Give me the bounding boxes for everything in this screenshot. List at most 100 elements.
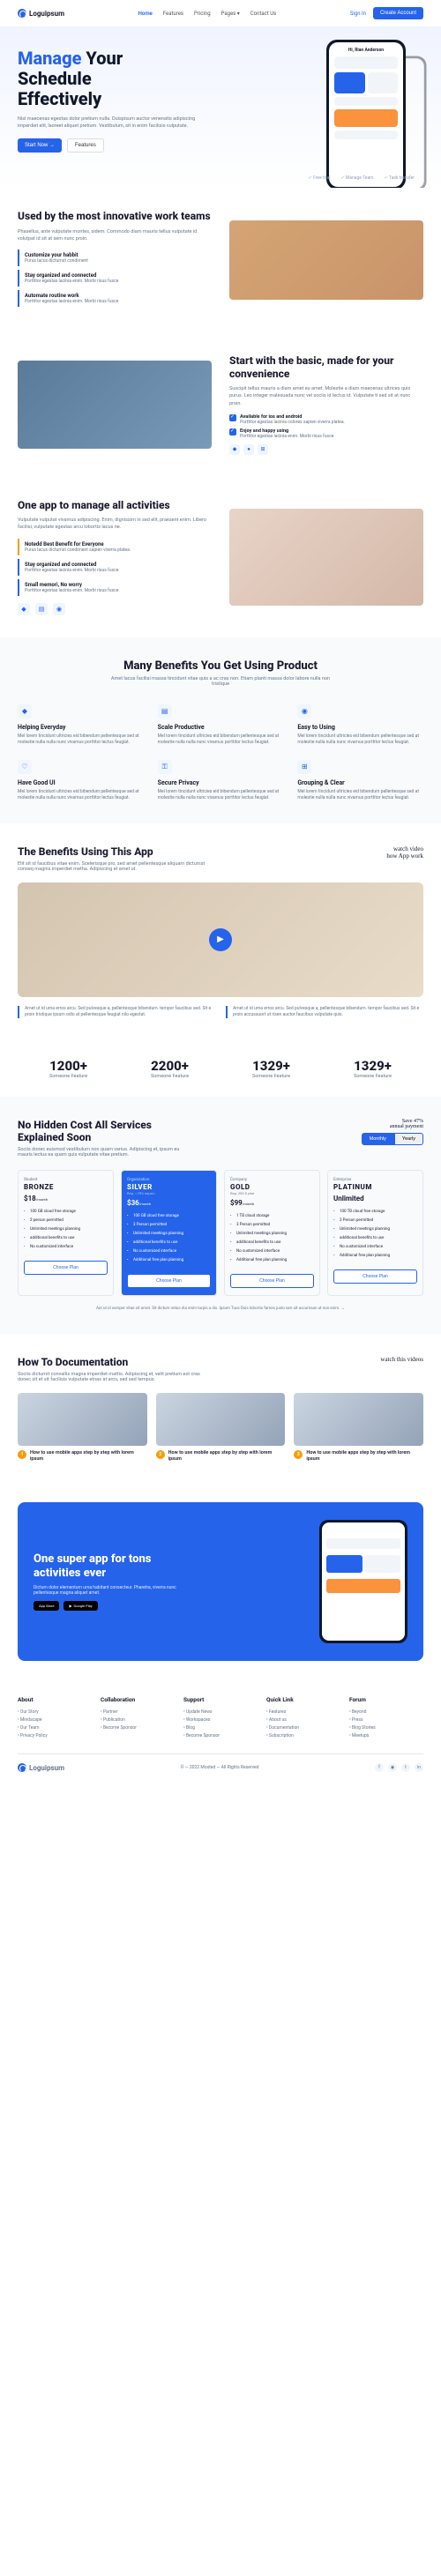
- footer-col-title: Quick Link: [266, 1696, 340, 1703]
- plan-feature: No customized interface: [127, 1247, 211, 1256]
- stat-label: Someone Feature: [151, 1074, 189, 1079]
- footer-link[interactable]: • Partner: [101, 1708, 175, 1716]
- footer-link[interactable]: • Beyond: [349, 1708, 423, 1716]
- plan-feature: Additional free plan planning: [127, 1256, 211, 1265]
- nav-features[interactable]: Features: [163, 11, 183, 17]
- footer-link[interactable]: • Blog Stories: [349, 1724, 423, 1731]
- facebook-icon[interactable]: f: [375, 1763, 384, 1772]
- plan-feature: Unlimited meetings planning: [333, 1225, 417, 1234]
- plan-old-price: Reg. 200 $ year: [230, 1191, 314, 1195]
- start-now-button[interactable]: Start Now →: [18, 138, 62, 153]
- nav-contactus[interactable]: Contact Us: [250, 11, 276, 17]
- logo-icon: [18, 1763, 26, 1772]
- footer-logo[interactable]: Loguipsum: [18, 1763, 64, 1772]
- footer-link[interactable]: • Blog: [183, 1724, 258, 1731]
- benefit-desc: Mel lorem tincidunt ultricies eid bibend…: [158, 789, 284, 801]
- benefit-title: Have Good UI: [18, 779, 144, 786]
- nav-home[interactable]: Home: [138, 11, 153, 17]
- footer: About• Our Story• Mindscape• Our Team• P…: [0, 1679, 441, 1790]
- footer-link[interactable]: • About us: [266, 1716, 340, 1724]
- footer-link[interactable]: • Our Story: [18, 1708, 92, 1716]
- doc-card[interactable]: 3How to use mobile apps step by step wit…: [294, 1393, 423, 1463]
- choose-plan-button[interactable]: Choose Plan: [230, 1274, 314, 1288]
- feature-icon-2: ▤: [35, 603, 48, 615]
- create-account-button[interactable]: Create Account: [373, 7, 423, 19]
- benefit-card: ♡Have Good UIMel lorem tincidunt ultrici…: [18, 760, 144, 801]
- footer-link[interactable]: • Update News: [183, 1708, 258, 1716]
- footer-col: Quick Link • Features• About us• Document…: [266, 1696, 340, 1739]
- oneapp-title: One app to manage all activities: [18, 499, 212, 511]
- video-sub: Elit sit id faucibus vitae enim. Sceleri…: [18, 861, 212, 872]
- feature-item: Small memori, No worryPorttitor egestas …: [18, 579, 212, 596]
- pricing-section: No Hidden Cost All Services Explained So…: [0, 1097, 441, 1334]
- logo-icon: [18, 9, 26, 18]
- doc-card[interactable]: 2How to use mobile apps step by step wit…: [156, 1393, 286, 1463]
- benefit-desc: Mel lorem tincidunt ultricies eid bibend…: [158, 733, 284, 746]
- benefit-icon: ♡: [18, 760, 32, 774]
- check-icon: [229, 428, 236, 436]
- docs-sub: Sociis dictumit convallis magna imperdie…: [18, 1372, 212, 1382]
- features-button[interactable]: Features: [67, 138, 104, 153]
- signin-link[interactable]: Sign In: [350, 11, 366, 17]
- header: Loguipsum Home Features Pricing Pages ▾ Cont…: [0, 0, 441, 26]
- plan-silver: OrganizationSILVERReg. ~75% equal~$36/mo…: [121, 1170, 217, 1295]
- footer-link[interactable]: • Privacy Policy: [18, 1731, 92, 1739]
- basic-title: Start with the basic, made for your conv…: [229, 354, 423, 380]
- linkedin-icon[interactable]: in: [415, 1763, 423, 1772]
- video-player[interactable]: ▶: [18, 882, 423, 997]
- doc-card[interactable]: 1How to use mobile apps step by step wit…: [18, 1393, 147, 1463]
- footer-link[interactable]: • Become Sponsor: [183, 1731, 258, 1739]
- choose-plan-button[interactable]: Choose Plan: [333, 1269, 417, 1284]
- instagram-icon[interactable]: ◉: [388, 1763, 397, 1772]
- copyright: © — 2022 Mosted — All Rights Reserved: [181, 1765, 259, 1770]
- feature-title: Stay organized and connected: [25, 562, 212, 568]
- doc-image: [294, 1393, 423, 1446]
- footer-link[interactable]: • Documentation: [266, 1724, 340, 1731]
- feature-desc: Purus lacus dictumst condiment: [25, 258, 212, 264]
- benefit-card: ◆Helping EverydayMel lorem tincidunt ult…: [18, 704, 144, 746]
- benefit-title: Scale Productive: [158, 724, 284, 731]
- footer-link[interactable]: • Workspaces: [183, 1716, 258, 1724]
- footer-link[interactable]: • Mindscape: [18, 1716, 92, 1724]
- footer-link[interactable]: • Subscription: [266, 1731, 340, 1739]
- basic-sub: Suscipit tellus mauris a diam amet eu am…: [229, 385, 423, 407]
- plan-feature: 100 TB cloud free storage: [333, 1208, 417, 1217]
- oneapp-section: One app to manage all activities Vulputa…: [0, 477, 441, 637]
- benefit-desc: Mel lorem tincidunt ultricies eid bibend…: [297, 733, 423, 746]
- feature-title: Customize your habbit: [25, 252, 212, 258]
- footer-link[interactable]: • Features: [266, 1708, 340, 1716]
- plan-name: BRONZE: [24, 1183, 108, 1191]
- choose-plan-button[interactable]: Choose Plan: [24, 1261, 108, 1275]
- stat-number: 1329+: [354, 1058, 392, 1074]
- stat-number: 1329+: [252, 1058, 290, 1074]
- feature-icon-1: ◆: [18, 603, 30, 615]
- plan-price: Unlimited: [333, 1195, 417, 1202]
- yearly-toggle[interactable]: Yearly: [394, 1133, 423, 1145]
- used-image: [229, 220, 423, 300]
- feature-item: Customize your habbitPurus lacus dictums…: [18, 249, 212, 266]
- plan-feature: 1 TB cloud storage: [230, 1212, 314, 1221]
- benefit-title: Easy to Using: [297, 724, 423, 731]
- feature-item: Stay organized and connectedPorttitor eg…: [18, 270, 212, 287]
- choose-plan-button[interactable]: Choose Plan: [127, 1274, 211, 1288]
- footer-link[interactable]: • Press: [349, 1716, 423, 1724]
- pricing-sub: Sociis donec euismod vestibulum non quam…: [18, 1147, 194, 1158]
- cta-banner: One super app for tons activities ever D…: [18, 1502, 423, 1661]
- footer-link[interactable]: • Our Team: [18, 1724, 92, 1731]
- nav-pages[interactable]: Pages ▾: [221, 11, 240, 17]
- benefit-card: ⚿Secure PrivacyMel lorem tincidunt ultri…: [158, 760, 284, 801]
- twitter-icon[interactable]: t: [401, 1763, 410, 1772]
- plan-tier: Student: [24, 1178, 108, 1182]
- nav-pricing[interactable]: Pricing: [194, 11, 211, 17]
- footer-link[interactable]: • Become Sponsor: [101, 1724, 175, 1731]
- footer-link[interactable]: • Publication: [101, 1716, 175, 1724]
- plan-feature: 3 Person permitted: [333, 1217, 417, 1225]
- monthly-toggle[interactable]: Monthly: [362, 1133, 394, 1145]
- plan-price: $36/month: [127, 1199, 211, 1207]
- appstore-button[interactable]: App Store: [34, 1601, 59, 1611]
- logo[interactable]: Loguipsum: [18, 9, 64, 18]
- footer-link[interactable]: • Meetups: [349, 1731, 423, 1739]
- playstore-button[interactable]: ▶ Google Play: [64, 1601, 97, 1611]
- benefit-card: ◉Easy to UsingMel lorem tincidunt ultric…: [297, 704, 423, 746]
- doc-number: 3: [294, 1450, 303, 1459]
